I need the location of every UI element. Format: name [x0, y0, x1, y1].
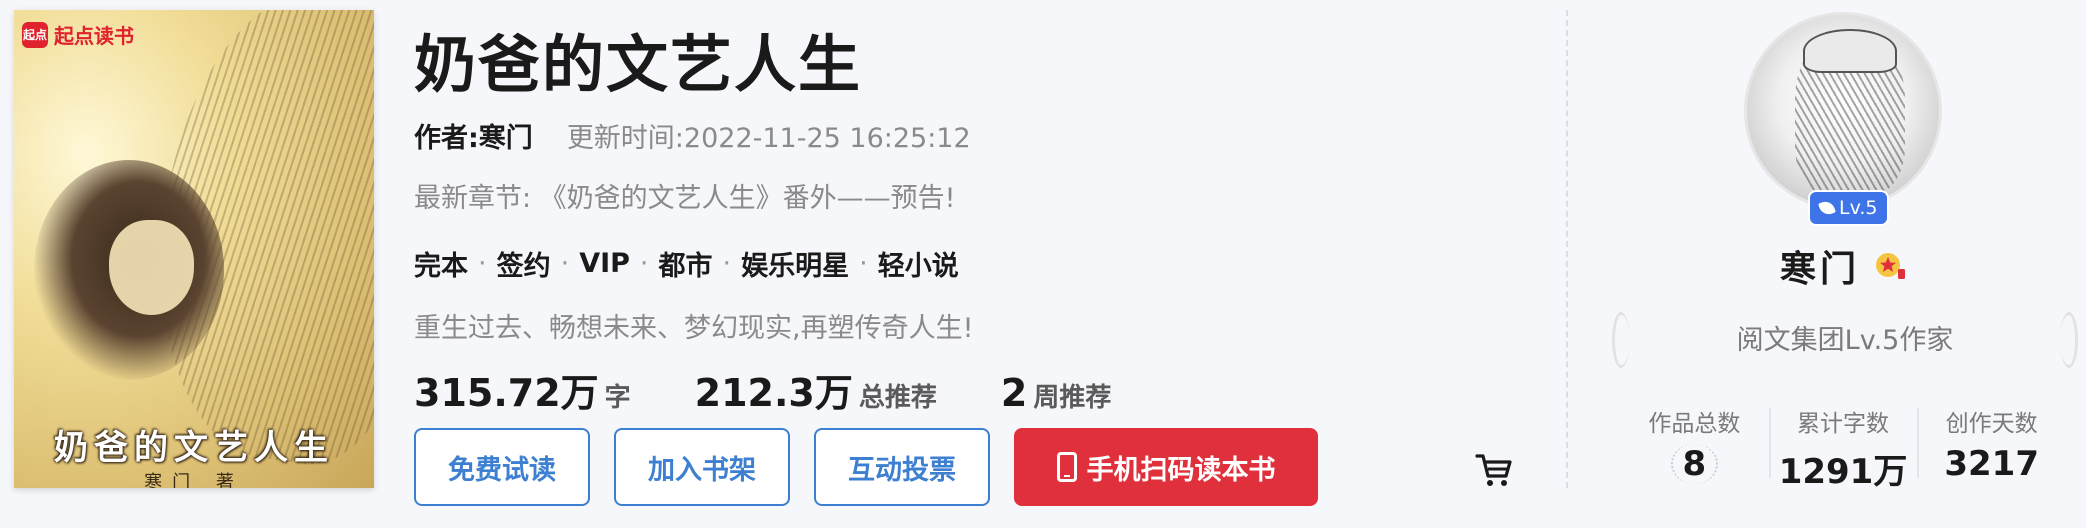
- author-level-badge: Lv.5: [1808, 190, 1890, 226]
- update-time: 更新时间:2022-11-25 16:25:12: [566, 123, 971, 154]
- tag-light-novel: 轻小说: [877, 251, 959, 282]
- brand-mark: 起点: [22, 21, 48, 48]
- brand-text: 起点读书: [54, 24, 134, 48]
- avatar-hat-art: [1803, 29, 1897, 73]
- word-count-unit: 字: [604, 383, 631, 413]
- phone-icon: [1056, 452, 1077, 482]
- stat-week-recommend: 2 周推荐: [1001, 371, 1111, 415]
- book-title: 奶爸的文艺人生: [414, 28, 863, 101]
- scan-to-read-button[interactable]: 手机扫码读本书: [1014, 428, 1318, 506]
- word-count-value: 315.72万: [414, 371, 599, 415]
- author-stat-words: 累计字数 1291万: [1768, 404, 1918, 493]
- tag-separator: ·: [722, 248, 732, 279]
- tag-category[interactable]: 都市: [659, 244, 713, 283]
- tag-separator: ·: [560, 248, 570, 279]
- book-meta-row: 作者:寒门 更新时间:2022-11-25 16:25:12: [414, 116, 971, 155]
- add-to-shelf-button[interactable]: 加入书架: [614, 428, 790, 506]
- stat-value: 3217: [1944, 444, 2039, 484]
- tag-sign: 签约: [496, 251, 551, 282]
- tag-separator: ·: [859, 248, 868, 279]
- scan-to-read-label: 手机扫码读本书: [1086, 454, 1276, 486]
- total-recommend-unit: 总推荐: [858, 383, 937, 413]
- author-level-label: Lv.5: [1839, 197, 1878, 219]
- author-stat-days: 创作天数 3217: [1917, 404, 2066, 493]
- tag-list: 完本 · 签约 · VIP · 都市 · 娱乐明星 · 轻小说: [414, 244, 959, 283]
- tag-vip: VIP: [579, 248, 630, 279]
- tag-subcategory[interactable]: 娱乐明星: [741, 244, 849, 283]
- author-name[interactable]: 寒门: [1780, 240, 1860, 292]
- tag-separator: ·: [478, 248, 487, 279]
- stat-label: 作品总数: [1648, 411, 1741, 437]
- cover-brand-logo: 起点 起点读书: [22, 20, 134, 49]
- author-avatar[interactable]: [1744, 12, 1942, 210]
- week-recommend-value: 2: [1000, 371, 1028, 415]
- book-stats: 315.72万字 212.3万 总推荐 2 周推荐: [414, 362, 1111, 417]
- free-read-button[interactable]: 免费试读: [414, 428, 590, 506]
- laurel-right-decoration: [2060, 312, 2078, 368]
- author-title: 阅文集团Lv.5作家: [1736, 325, 1954, 356]
- book-intro: 重生过去、畅想未来、梦幻现实,再塑传奇人生!: [414, 313, 974, 344]
- book-cover[interactable]: 起点 起点读书 奶爸的文艺人生 寒门 著: [14, 10, 374, 488]
- action-buttons: 免费试读 加入书架 互动投票 手机扫码读本书: [414, 428, 1318, 506]
- tag-status: 完本: [414, 251, 468, 282]
- latest-chapter-link[interactable]: 最新章节: 《奶爸的文艺人生》番外——预告!: [414, 176, 956, 215]
- cover-author: 寒门 著: [144, 472, 244, 488]
- stat-label: 累计字数: [1797, 411, 1889, 437]
- cart-icon[interactable]: [1474, 450, 1514, 490]
- total-recommend-value: 212.3万: [694, 371, 853, 415]
- stat-total-recommend: 212.3万 总推荐: [695, 362, 937, 417]
- feather-icon: [1818, 199, 1836, 217]
- section-divider: [1566, 10, 1568, 488]
- vote-button[interactable]: 互动投票: [814, 428, 990, 506]
- cover-girl-face-art: [109, 220, 194, 315]
- stat-word-count: 315.72万字: [414, 362, 631, 417]
- week-recommend-unit: 周推荐: [1033, 383, 1112, 413]
- author-stats: 作品总数 8 累计字数 1291万 创作天数 3217: [1620, 404, 2066, 493]
- stat-value: 8: [1670, 444, 1719, 484]
- stat-label: 创作天数: [1945, 411, 2038, 437]
- cover-title: 奶爸的文艺人生: [54, 428, 334, 468]
- stat-value: 1291万: [1778, 452, 1908, 492]
- author-stat-works: 作品总数 8: [1620, 404, 1769, 493]
- author-link[interactable]: 作者:寒门: [414, 116, 533, 155]
- star-medal-icon: [1876, 253, 1905, 279]
- tag-separator: ·: [639, 248, 649, 279]
